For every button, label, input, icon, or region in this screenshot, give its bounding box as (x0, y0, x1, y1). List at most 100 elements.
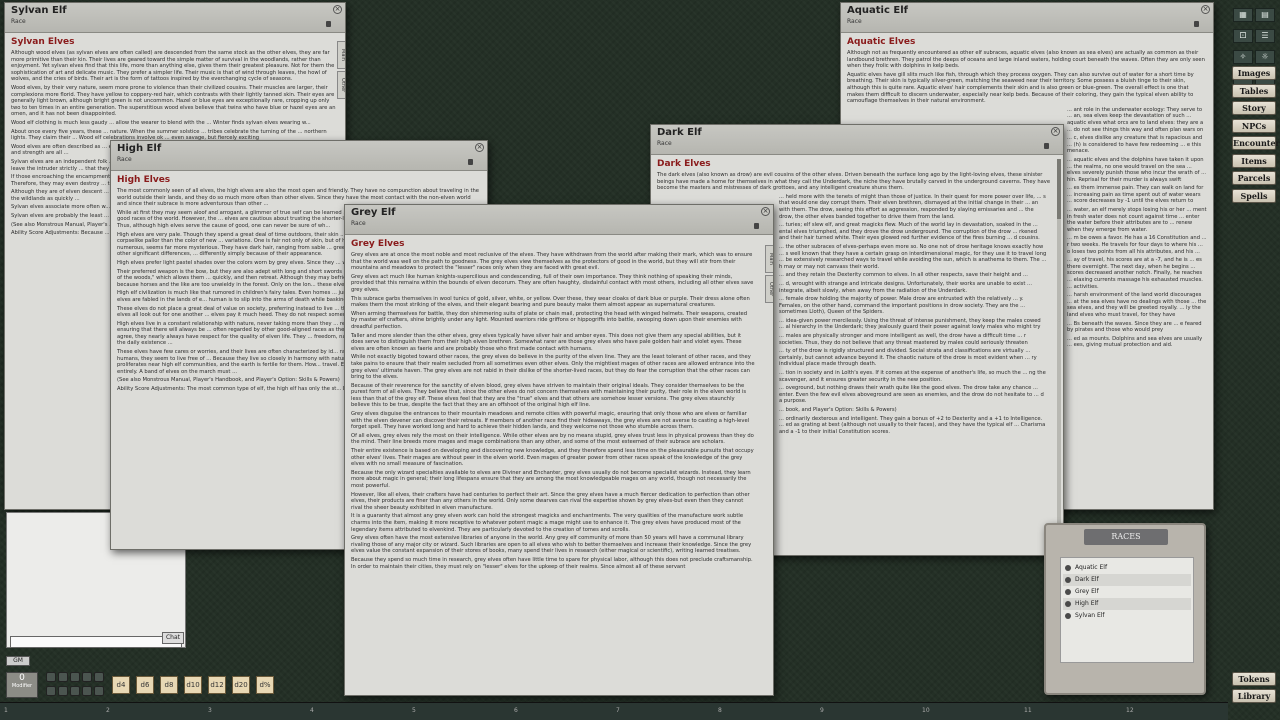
close-icon[interactable]: × (761, 207, 770, 216)
paragraph: Grey elves disguise the entrances to the… (351, 411, 750, 431)
d12-die[interactable]: d12 (208, 676, 226, 694)
link-icon[interactable] (1065, 613, 1071, 619)
modifier-label: Modifier (11, 683, 33, 689)
dice-slot[interactable] (70, 672, 80, 682)
lighting-icon[interactable]: ☼ (1255, 50, 1275, 64)
dice-slot[interactable] (70, 686, 80, 696)
chat-input[interactable] (10, 636, 182, 648)
grey-elf-header[interactable]: Grey Elf Race × (345, 205, 773, 235)
close-icon[interactable]: × (475, 143, 484, 152)
lock-icon[interactable] (326, 21, 331, 27)
hotkey-1[interactable]: 1 (4, 707, 8, 714)
tables-button[interactable]: Tables (1232, 84, 1276, 98)
chat-button[interactable]: Chat (162, 632, 184, 644)
dice-slot[interactable] (58, 686, 68, 696)
library-button[interactable]: Library (1232, 689, 1276, 703)
dpercent-die[interactable]: d% (256, 676, 274, 694)
images-button[interactable]: Images (1232, 66, 1276, 80)
tab-main[interactable]: Main (765, 245, 773, 273)
hotkey-8[interactable]: 8 (718, 707, 722, 714)
paragraph: Because the only wizard specialties avai… (351, 469, 751, 489)
paragraph: ... the other subraces of elves-perhaps … (779, 243, 1047, 270)
modifier-box[interactable]: 0 Modifier (6, 672, 38, 698)
story-button[interactable]: Story (1232, 101, 1276, 115)
paragraph: ... aquatic elves and the dolphins have … (1067, 156, 1207, 183)
chat-identity[interactable]: GM (6, 656, 30, 666)
paragraph: The dark elves (also known as drow) are … (657, 172, 1051, 192)
d10-die[interactable]: d10 (184, 676, 202, 694)
paragraph: ... ay of travel, his scores are at a -7… (1067, 257, 1203, 290)
close-icon[interactable]: × (1051, 127, 1060, 136)
hotkey-4[interactable]: 4 (310, 707, 314, 714)
hotkey-5[interactable]: 5 (412, 707, 416, 714)
paragraph: This subrace garbs themselves in wool tu… (351, 295, 750, 309)
hotkey-bar[interactable]: 1 2 3 4 5 6 7 8 9 10 11 12 (0, 702, 1228, 720)
hotkey-12[interactable]: 12 (1126, 707, 1134, 714)
dice-slot[interactable] (82, 686, 92, 696)
grey-tabs: Main Other (765, 245, 773, 305)
encounters-button[interactable]: Encounters (1232, 136, 1280, 150)
aquatic-elf-header[interactable]: Aquatic Elf Race × (841, 3, 1213, 33)
list-item[interactable]: Dark Elf (1063, 574, 1191, 586)
hotkey-6[interactable]: 6 (514, 707, 518, 714)
lock-icon[interactable] (754, 223, 759, 229)
grid-icon[interactable]: ▤ (1255, 8, 1275, 22)
dice-slot[interactable] (94, 686, 104, 696)
tab-main[interactable]: Main (337, 41, 345, 69)
grey-elf-body: Grey Elves Grey elves are at once the mo… (345, 235, 773, 695)
dice-slot[interactable] (46, 686, 56, 696)
d8-die[interactable]: d8 (160, 676, 178, 694)
link-icon[interactable] (1065, 589, 1071, 595)
paragraph: While not exactly bigoted toward other r… (351, 354, 755, 381)
dark-elf-header[interactable]: Dark Elf Race × (651, 125, 1063, 155)
link-icon[interactable] (1065, 577, 1071, 583)
dice-slot[interactable] (94, 672, 104, 682)
high-elf-header[interactable]: High Elf Race × (111, 141, 487, 171)
tab-other[interactable]: Other (765, 275, 773, 303)
close-icon[interactable]: × (1201, 5, 1210, 14)
races-panel[interactable]: RACES Aquatic Elf Dark Elf Grey Elf High… (1044, 523, 1206, 695)
options-icon[interactable]: ☰ (1255, 29, 1275, 43)
items-button[interactable]: Items (1232, 154, 1276, 168)
die-label: d4 (116, 681, 126, 689)
dice-icon[interactable]: ⚀ (1233, 29, 1253, 43)
d4-die[interactable]: d4 (112, 676, 130, 694)
paragraph: ... ant role in the underwater ecology: … (1067, 106, 1204, 133)
calendar-icon[interactable]: ▦ (1233, 8, 1253, 22)
tokens-button[interactable]: Tokens (1232, 672, 1276, 686)
link-icon[interactable] (1065, 565, 1071, 571)
parcels-button[interactable]: Parcels (1232, 171, 1276, 185)
die-label: d% (259, 681, 271, 689)
link-icon[interactable] (1065, 601, 1071, 607)
lock-icon[interactable] (468, 159, 473, 165)
effects-icon[interactable]: ✧ (1233, 50, 1253, 64)
list-item[interactable]: High Elf (1063, 598, 1191, 610)
spells-button[interactable]: Spells (1232, 189, 1276, 203)
scroll-thumb[interactable] (1057, 159, 1061, 219)
close-icon[interactable]: × (333, 5, 342, 14)
lock-icon[interactable] (1194, 21, 1199, 27)
d6-die[interactable]: d6 (136, 676, 154, 694)
sylvan-elf-header[interactable]: Sylvan Elf Race × (5, 3, 345, 33)
hotkey-10[interactable]: 10 (922, 707, 930, 714)
hotkey-11[interactable]: 11 (1024, 707, 1032, 714)
tab-other[interactable]: Other (337, 71, 345, 99)
npcs-button[interactable]: NPCs (1232, 119, 1276, 133)
hotkey-7[interactable]: 7 (616, 707, 620, 714)
list-item[interactable]: Sylvan Elf (1063, 610, 1191, 622)
dice-slot[interactable] (58, 672, 68, 682)
list-item[interactable]: Grey Elf (1063, 586, 1191, 598)
paragraph: ... book, and Player's Option: Skills & … (779, 407, 897, 413)
dice-slot[interactable] (46, 672, 56, 682)
paragraph: It is a guaranty that almost any grey el… (351, 513, 744, 533)
sylvan-tabs: Main Other (337, 41, 345, 101)
list-item[interactable]: Aquatic Elf (1063, 562, 1191, 574)
lock-icon[interactable] (1044, 143, 1049, 149)
hotkey-9[interactable]: 9 (820, 707, 824, 714)
d20-die[interactable]: d20 (232, 676, 250, 694)
hotkey-2[interactable]: 2 (106, 707, 110, 714)
grey-elf-window[interactable]: Grey Elf Race × Grey Elves Grey elves ar… (344, 204, 774, 696)
scrollbar[interactable] (1057, 159, 1061, 551)
hotkey-3[interactable]: 3 (208, 707, 212, 714)
dice-slot[interactable] (82, 672, 92, 682)
